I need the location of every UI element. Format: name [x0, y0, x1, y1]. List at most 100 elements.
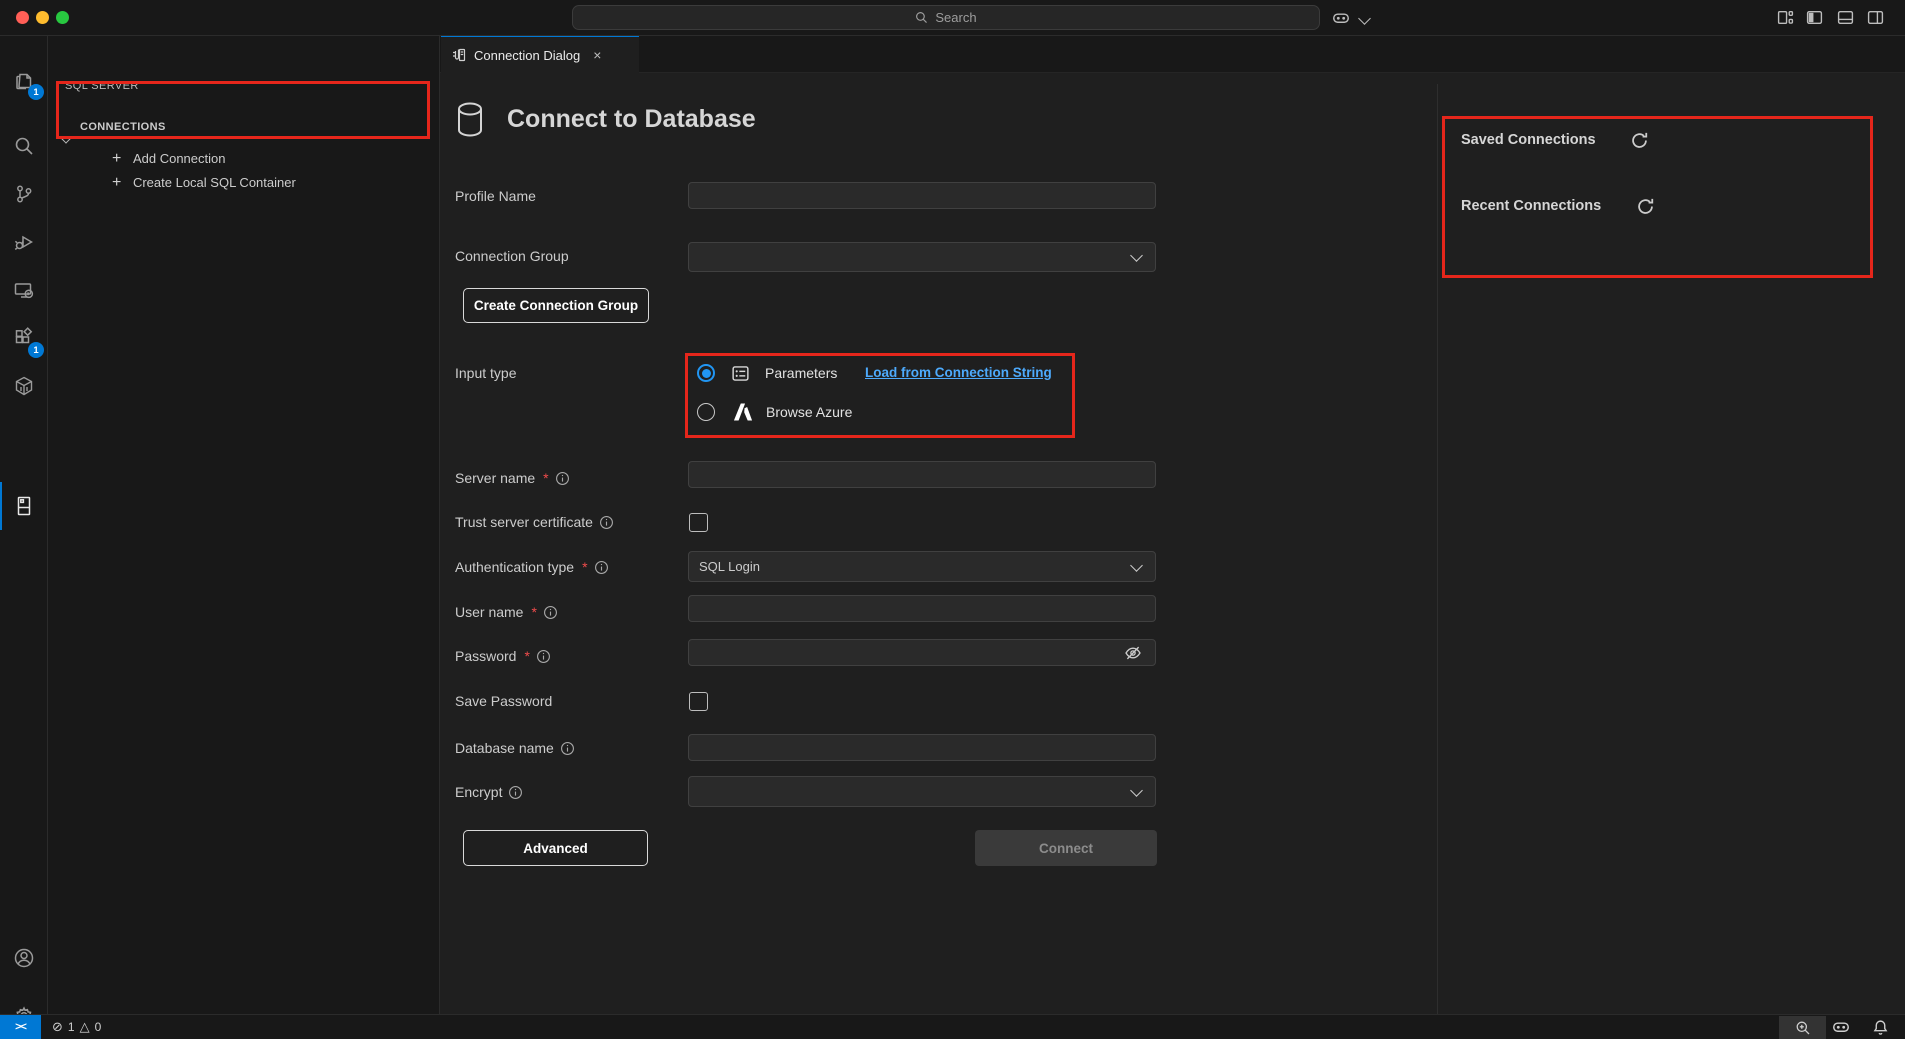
- tab-connection-dialog[interactable]: Connection Dialog ×: [441, 36, 639, 73]
- panel-divider: [1437, 84, 1438, 1014]
- activity-search-icon[interactable]: [0, 124, 48, 168]
- required-asterisk: *: [531, 604, 536, 620]
- authentication-type-dropdown[interactable]: SQL Login: [688, 551, 1156, 582]
- required-asterisk: *: [582, 559, 587, 575]
- toggle-secondary-sidebar-icon[interactable]: [1867, 9, 1885, 27]
- database-icon: [453, 99, 487, 141]
- error-icon: ⊘: [52, 1019, 63, 1035]
- save-password-checkbox[interactable]: [689, 692, 708, 711]
- parameters-option-label[interactable]: Parameters: [765, 365, 837, 381]
- profile-name-label: Profile Name: [455, 188, 536, 204]
- parameters-radio[interactable]: [697, 364, 715, 382]
- accounts-icon[interactable]: [0, 936, 48, 980]
- connect-button[interactable]: Connect: [975, 830, 1157, 866]
- activity-run-debug-icon[interactable]: [0, 220, 48, 264]
- refresh-icon[interactable]: [1630, 131, 1649, 150]
- azure-icon: [732, 401, 754, 423]
- info-icon[interactable]: [536, 649, 551, 664]
- connections-section-header[interactable]: CONNECTIONS: [80, 121, 166, 133]
- recent-connections-header: Recent Connections: [1461, 198, 1601, 214]
- minimize-window-button[interactable]: [36, 11, 49, 24]
- parameters-icon: [731, 364, 750, 383]
- encrypt-label: Encrypt: [455, 784, 523, 800]
- trust-server-certificate-checkbox[interactable]: [689, 513, 708, 532]
- tree-item-add-connection[interactable]: + Add Connection: [112, 150, 225, 168]
- activity-explorer-icon[interactable]: 1: [0, 58, 48, 102]
- title-bar: ← → Search: [0, 0, 1905, 36]
- server-name-input[interactable]: [688, 461, 1156, 488]
- connection-dialog-tab-icon: [451, 47, 467, 63]
- extensions-badge: 1: [28, 342, 44, 358]
- close-tab-icon[interactable]: ×: [593, 47, 601, 63]
- warning-icon: △: [80, 1019, 90, 1035]
- search-input[interactable]: Search: [572, 5, 1320, 30]
- sidebar-title: SQL SERVER: [65, 80, 139, 92]
- connection-dialog-webview: [440, 73, 1905, 1014]
- customize-layout-icon[interactable]: [1777, 9, 1795, 27]
- activity-remote-explorer-icon[interactable]: [0, 268, 48, 312]
- sidebar-more-actions-icon[interactable]: ···: [325, 74, 344, 92]
- plus-icon: +: [112, 174, 121, 191]
- vscode-window: ← → Search 1: [0, 0, 1905, 1039]
- chevron-down-icon: [1130, 249, 1143, 262]
- create-connection-group-button[interactable]: Create Connection Group: [463, 288, 649, 323]
- password-input[interactable]: [688, 639, 1156, 666]
- database-name-label: Database name: [455, 740, 575, 756]
- editor-tab-strip: Connection Dialog × ···: [440, 36, 1905, 73]
- advanced-button[interactable]: Advanced: [463, 830, 648, 866]
- saved-connections-header: Saved Connections: [1461, 132, 1596, 148]
- toggle-primary-sidebar-icon[interactable]: [1806, 9, 1824, 27]
- info-icon[interactable]: [543, 605, 558, 620]
- profile-name-input[interactable]: [688, 182, 1156, 209]
- browse-azure-option-label[interactable]: Browse Azure: [766, 404, 852, 420]
- notifications-bell-icon[interactable]: [1872, 1015, 1889, 1039]
- error-count: 1: [68, 1020, 75, 1034]
- input-type-label: Input type: [455, 365, 517, 381]
- activity-container-icon[interactable]: [0, 364, 48, 408]
- status-bar: >< ⊘ 1 △ 0: [0, 1014, 1905, 1039]
- info-icon[interactable]: [555, 471, 570, 486]
- page-title: Connect to Database: [507, 105, 756, 134]
- activity-source-control-icon[interactable]: [0, 172, 48, 216]
- zoom-window-button[interactable]: [56, 11, 69, 24]
- info-icon[interactable]: [508, 785, 523, 800]
- user-name-label: User name*: [455, 604, 558, 620]
- connection-group-label: Connection Group: [455, 248, 569, 264]
- trust-server-certificate-label: Trust server certificate: [455, 514, 614, 530]
- authentication-type-label: Authentication type*: [455, 559, 609, 575]
- tree-item-create-local-sql-container[interactable]: + Create Local SQL Container: [112, 174, 296, 192]
- activity-sql-server-icon[interactable]: [0, 484, 48, 528]
- save-password-label: Save Password: [455, 693, 552, 709]
- chevron-down-icon[interactable]: [1358, 12, 1371, 25]
- user-name-input[interactable]: [688, 595, 1156, 622]
- zoom-status-button[interactable]: [1779, 1016, 1826, 1039]
- search-placeholder: Search: [935, 10, 976, 25]
- password-label: Password*: [455, 648, 551, 664]
- database-name-input[interactable]: [688, 734, 1156, 761]
- info-icon[interactable]: [560, 741, 575, 756]
- primary-sidebar: SQL SERVER ··· CONNECTIONS + Add Connect…: [48, 36, 440, 1014]
- search-icon: [915, 11, 928, 24]
- warning-count: 0: [95, 1020, 102, 1034]
- connection-group-dropdown[interactable]: [688, 242, 1156, 272]
- section-chevron-icon[interactable]: [62, 129, 70, 147]
- problems-status[interactable]: ⊘ 1 △ 0: [52, 1015, 101, 1039]
- copilot-icon[interactable]: [1332, 9, 1350, 27]
- toggle-panel-icon[interactable]: [1837, 9, 1855, 27]
- toggle-password-visibility-icon[interactable]: [1124, 644, 1142, 662]
- info-icon[interactable]: [599, 515, 614, 530]
- explorer-badge: 1: [28, 84, 44, 100]
- chevron-down-icon: [1130, 559, 1143, 572]
- close-window-button[interactable]: [16, 11, 29, 24]
- refresh-icon[interactable]: [1636, 197, 1655, 216]
- copilot-status-icon[interactable]: [1832, 1015, 1850, 1039]
- plus-icon: +: [112, 150, 121, 167]
- info-icon[interactable]: [594, 560, 609, 575]
- required-asterisk: *: [543, 470, 548, 486]
- chevron-down-icon: [1130, 784, 1143, 797]
- encrypt-dropdown[interactable]: [688, 776, 1156, 807]
- load-from-connection-string-link[interactable]: Load from Connection String: [865, 365, 1052, 380]
- remote-indicator[interactable]: ><: [0, 1015, 41, 1039]
- activity-extensions-icon[interactable]: 1: [0, 316, 48, 360]
- browse-azure-radio[interactable]: [697, 403, 715, 421]
